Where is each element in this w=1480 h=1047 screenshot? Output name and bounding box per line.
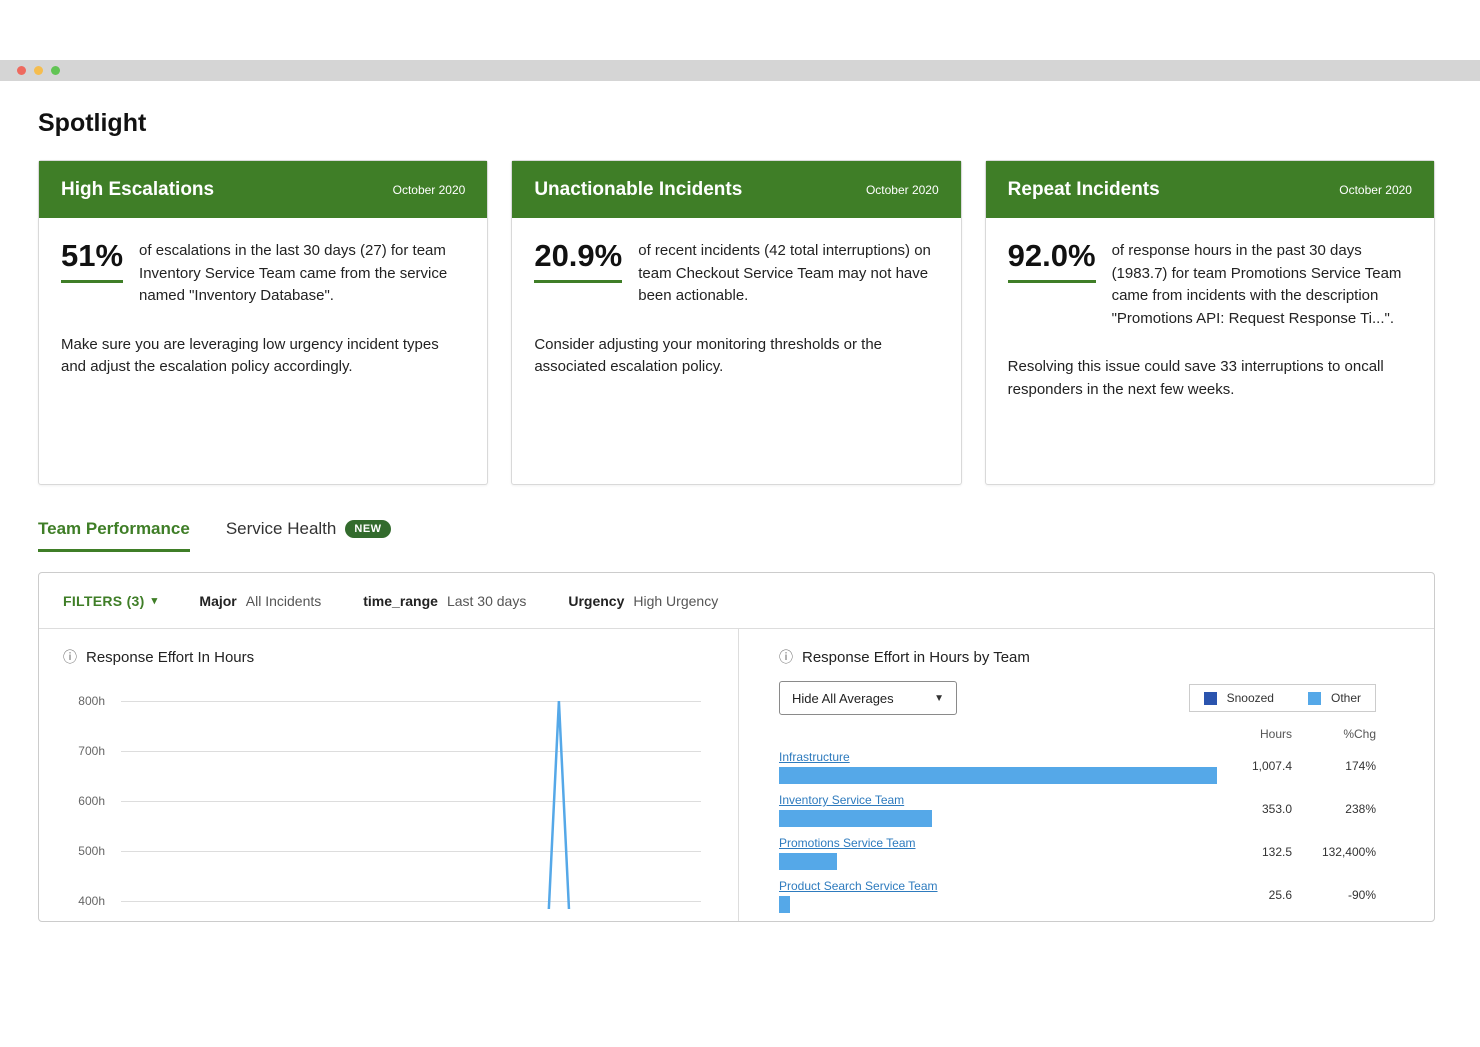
team-hours: 132.5 (1222, 845, 1292, 859)
zoom-window-icon[interactable] (51, 66, 60, 75)
team-row: Infrastructure 1,007.4 174% (779, 748, 1376, 784)
filter-bar: FILTERS (3) ▾ Major All Incidents time_ra… (39, 573, 1434, 629)
card-body: 20.9% of recent incidents (42 total inte… (512, 218, 960, 401)
column-headers: Hours %Chg (779, 727, 1376, 741)
tabs: Team Performance Service Health NEW (38, 519, 1435, 552)
other-swatch-icon (1308, 692, 1321, 705)
card-date: October 2020 (393, 183, 466, 197)
team-row: Inventory Service Team 353.0 238% (779, 791, 1376, 827)
y-tick: 800h (63, 694, 105, 708)
dropdown-value: Hide All Averages (792, 691, 894, 706)
filter-name: time_range (363, 593, 438, 609)
tab-label: Team Performance (38, 519, 190, 539)
legend: Snoozed Other (1189, 684, 1376, 712)
stat-value: 20.9% (534, 240, 622, 283)
spotlight-cards: High Escalations October 2020 51% of esc… (38, 160, 1435, 485)
new-badge: NEW (345, 520, 390, 538)
stat-description: of escalations in the last 30 days (27) … (139, 240, 465, 308)
card-header: Repeat Incidents October 2020 (986, 161, 1434, 218)
team-pct-change: -90% (1292, 888, 1376, 902)
team-pct-change: 132,400% (1292, 845, 1376, 859)
filters-toggle[interactable]: FILTERS (3) ▾ (63, 593, 157, 609)
y-tick: 700h (63, 744, 105, 758)
card-date: October 2020 (866, 183, 939, 197)
effort-spike-line (121, 689, 701, 909)
response-effort-by-team-chart: ⓘ Response Effort in Hours by Team Hide … (739, 629, 1434, 922)
team-bar (779, 853, 837, 870)
main-content: Spotlight High Escalations October 2020 … (0, 109, 1480, 922)
chart-title: Response Effort In Hours (86, 649, 254, 666)
team-bar (779, 767, 1217, 784)
card-title: High Escalations (61, 179, 214, 201)
team-link[interactable]: Product Search Service Team (779, 879, 938, 893)
filter-major[interactable]: Major All Incidents (199, 593, 321, 609)
filter-value: All Incidents (246, 593, 321, 609)
y-tick: 600h (63, 794, 105, 808)
stat-description: of response hours in the past 30 days (1… (1112, 240, 1412, 330)
stat-description: of recent incidents (42 total interrupti… (638, 240, 938, 308)
info-icon[interactable]: ⓘ (779, 647, 793, 667)
team-row: Checkout Service Team (779, 920, 1376, 922)
filter-urgency[interactable]: Urgency High Urgency (568, 593, 718, 609)
card-advice: Resolving this issue could save 33 inter… (1008, 356, 1412, 401)
card-advice: Consider adjusting your monitoring thres… (534, 334, 938, 379)
filter-value: High Urgency (633, 593, 718, 609)
card-title: Unactionable Incidents (534, 179, 742, 201)
card-body: 92.0% of response hours in the past 30 d… (986, 218, 1434, 423)
snoozed-swatch-icon (1204, 692, 1217, 705)
legend-label: Snoozed (1227, 691, 1274, 705)
filters-label: FILTERS (3) (63, 593, 145, 609)
info-icon[interactable]: ⓘ (63, 647, 77, 667)
pct-change-column-header: %Chg (1292, 727, 1376, 741)
stat-value: 92.0% (1008, 240, 1096, 283)
tab-service-health[interactable]: Service Health NEW (226, 519, 391, 552)
card-header: High Escalations October 2020 (39, 161, 487, 218)
team-pct-change: 174% (1292, 759, 1376, 773)
team-row: Product Search Service Team 25.6 -90% (779, 877, 1376, 913)
team-pct-change: 238% (1292, 802, 1376, 816)
team-hours: 1,007.4 (1222, 759, 1292, 773)
close-window-icon[interactable] (17, 66, 26, 75)
filter-name: Major (199, 593, 236, 609)
page-title: Spotlight (38, 109, 1435, 138)
tab-label: Service Health (226, 519, 337, 539)
filter-time-range[interactable]: time_range Last 30 days (363, 593, 526, 609)
averages-dropdown[interactable]: Hide All Averages ▼ (779, 681, 957, 715)
team-link[interactable]: Promotions Service Team (779, 836, 916, 850)
team-hours: 25.6 (1222, 888, 1292, 902)
card-unactionable-incidents: Unactionable Incidents October 2020 20.9… (511, 160, 961, 485)
tab-team-performance[interactable]: Team Performance (38, 519, 190, 552)
line-chart-plot: 800h 700h 600h 500h 400h (63, 689, 724, 909)
chart-title: Response Effort in Hours by Team (802, 649, 1030, 666)
filter-value: Last 30 days (447, 593, 526, 609)
analytics-panel: FILTERS (3) ▾ Major All Incidents time_ra… (38, 572, 1435, 922)
card-date: October 2020 (1339, 183, 1412, 197)
filter-name: Urgency (568, 593, 624, 609)
team-hours: 353.0 (1222, 802, 1292, 816)
team-row: Promotions Service Team 132.5 132,400% (779, 834, 1376, 870)
charts-area: ⓘ Response Effort In Hours 800h 700h 600… (39, 629, 1434, 922)
window-titlebar (0, 60, 1480, 81)
hours-column-header: Hours (1222, 727, 1292, 741)
card-repeat-incidents: Repeat Incidents October 2020 92.0% of r… (985, 160, 1435, 485)
team-bar (779, 896, 790, 913)
y-tick: 500h (63, 844, 105, 858)
card-high-escalations: High Escalations October 2020 51% of esc… (38, 160, 488, 485)
response-effort-chart: ⓘ Response Effort In Hours 800h 700h 600… (39, 629, 739, 922)
chevron-down-icon: ▾ (152, 594, 158, 607)
caret-down-icon: ▼ (934, 693, 944, 704)
stat-value: 51% (61, 240, 123, 283)
team-bar (779, 810, 932, 827)
team-link[interactable]: Infrastructure (779, 750, 850, 764)
minimize-window-icon[interactable] (34, 66, 43, 75)
card-advice: Make sure you are leveraging low urgency… (61, 334, 465, 379)
card-body: 51% of escalations in the last 30 days (… (39, 218, 487, 401)
legend-label: Other (1331, 691, 1361, 705)
card-title: Repeat Incidents (1008, 179, 1160, 201)
team-link[interactable]: Inventory Service Team (779, 793, 904, 807)
y-tick: 400h (63, 894, 105, 908)
card-header: Unactionable Incidents October 2020 (512, 161, 960, 218)
